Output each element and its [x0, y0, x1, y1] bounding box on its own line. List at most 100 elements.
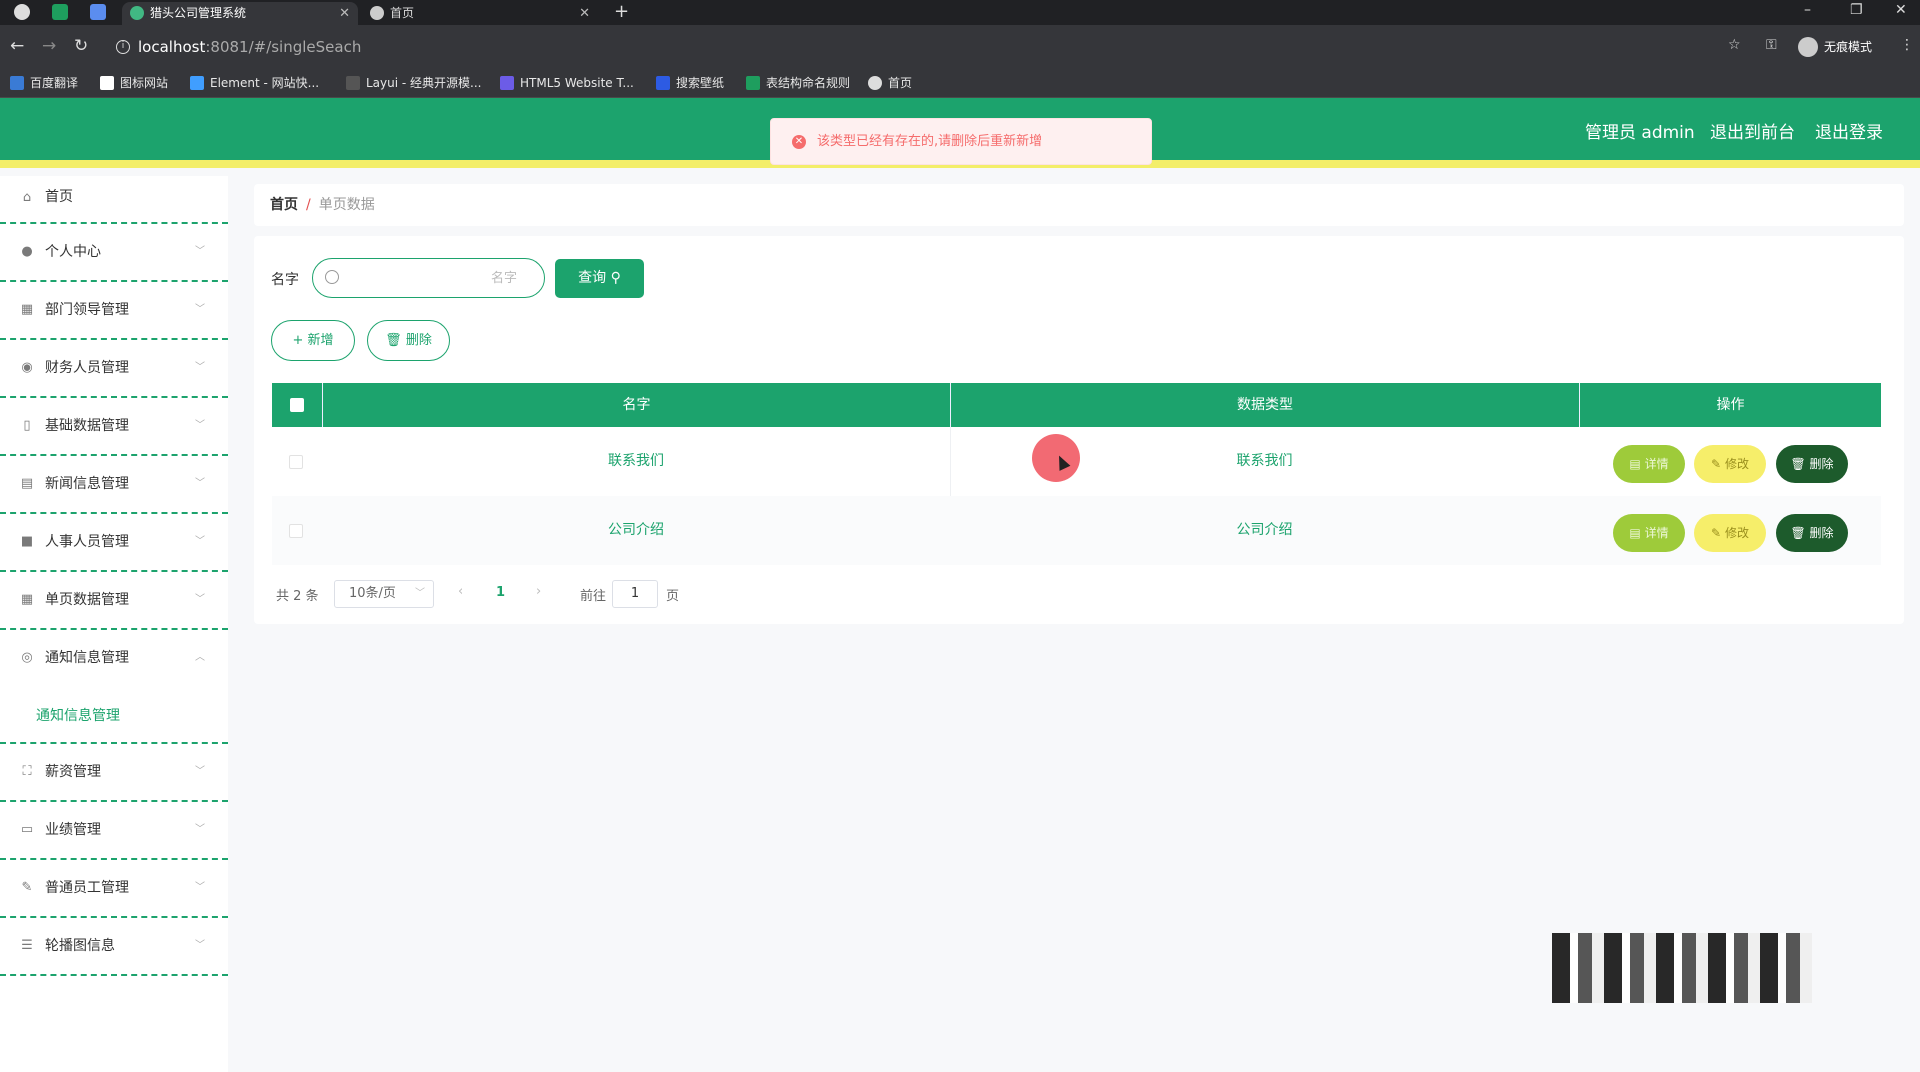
logout-link[interactable]: 退出登录 — [1815, 122, 1883, 144]
back-icon[interactable]: ← — [10, 35, 24, 57]
sidebar-item-performance[interactable]: ▭ 业绩管理 ﹀ — [0, 802, 228, 860]
pinned-tab-icon[interactable] — [52, 4, 68, 20]
new-tab-icon[interactable]: + — [614, 0, 629, 24]
sidebar-item-label: 个人中心 — [45, 244, 101, 260]
cell-type: 公司介绍 — [1236, 522, 1293, 538]
detail-label: 详情 — [1644, 457, 1669, 471]
sidebar-item-label: 基础数据管理 — [45, 418, 129, 434]
next-page-icon[interactable]: › — [536, 584, 541, 599]
tab-active-label: 猎头公司管理系统 — [150, 6, 247, 20]
minimize-icon[interactable]: – — [1804, 0, 1811, 20]
row-checkbox[interactable] — [289, 455, 303, 469]
restore-icon[interactable]: ❐ — [1850, 0, 1863, 20]
star-icon[interactable]: ☆ — [1728, 37, 1741, 53]
query-button[interactable]: 查询 ⚲ — [555, 259, 644, 298]
chevron-down-icon: ﹀ — [415, 588, 425, 599]
chevron-up-icon: ︿ — [195, 652, 205, 663]
submenu-item-notice[interactable]: 通知信息管理 — [0, 686, 228, 744]
reload-icon[interactable]: ↻ — [74, 35, 88, 57]
url-field[interactable]: i localhost:8081/#/singleSeach — [110, 32, 1750, 62]
detail-icon: ▤ — [1629, 457, 1641, 471]
sidebar-item-carousel[interactable]: ☰ 轮播图信息 ﹀ — [0, 918, 228, 976]
bookmark-item[interactable]: 图标网站 — [100, 75, 168, 91]
batch-delete-label: 删除 — [405, 332, 432, 348]
table-row: 公司介绍 公司介绍 ▤ 详情 ✎ 修改 🗑 删除 — [272, 496, 1881, 565]
cell-name: 联系我们 — [608, 453, 664, 469]
browser-tab-bar: 猎头公司管理系统 ✕ 首页 ✕ + – ❐ ✕ — [0, 0, 1920, 25]
sheet-icon — [746, 76, 760, 90]
incognito-icon — [1798, 37, 1818, 57]
sidebar-item-dept-leader[interactable]: ▦ 部门领导管理 ﹀ — [0, 282, 228, 340]
query-button-label: 查询 — [578, 270, 607, 286]
delete-button[interactable]: 🗑 删除 — [1776, 445, 1848, 483]
sidebar-item-label: 轮播图信息 — [45, 938, 115, 954]
bookmark-item[interactable]: HTML5 Website T... — [500, 75, 634, 91]
select-all-checkbox[interactable] — [290, 398, 304, 412]
url-path: :8081/#/singleSeach — [205, 38, 362, 56]
sidebar-item-salary[interactable]: ⛶ 薪资管理 ﹀ — [0, 744, 228, 802]
key-icon[interactable]: ⚿ — [1766, 37, 1777, 53]
window-close-icon[interactable]: ✕ — [1895, 0, 1907, 20]
sidebar-item-label: 首页 — [45, 189, 73, 205]
sidebar-item-label: 业绩管理 — [45, 822, 101, 838]
delete-label: 删除 — [1809, 457, 1834, 471]
incognito-profile[interactable]: 无痕模式 — [1798, 35, 1872, 59]
globe-icon — [868, 76, 882, 90]
bookmark-item[interactable]: Element - 网站快... — [190, 75, 319, 91]
edit-button[interactable]: ✎ 修改 — [1694, 445, 1766, 483]
breadcrumb-separator: / — [306, 197, 311, 213]
prev-page-icon[interactable]: ‹ — [458, 584, 463, 599]
bookmark-item[interactable]: 百度翻译 — [10, 75, 78, 91]
page-number[interactable]: 1 — [496, 585, 505, 600]
edit-icon: ✎ — [1711, 457, 1722, 471]
address-bar: ← → ↻ i localhost:8081/#/singleSeach ☆ ⚿… — [0, 25, 1920, 69]
sidebar-item-home[interactable]: ⌂ 首页 — [0, 176, 228, 224]
detail-button[interactable]: ▤ 详情 — [1613, 514, 1685, 552]
sidebar-item-news[interactable]: ▤ 新闻信息管理 ﹀ — [0, 456, 228, 514]
tab-home[interactable]: 首页 ✕ — [362, 2, 598, 25]
sidebar-item-label: 单页数据管理 — [45, 592, 129, 608]
monitor-icon: ■ — [20, 534, 34, 549]
search-icon — [325, 270, 339, 284]
breadcrumb-current: 单页数据 — [318, 197, 375, 213]
more-icon[interactable]: ⋮ — [1900, 37, 1914, 53]
profile-label: 无痕模式 — [1824, 40, 1873, 54]
delete-button[interactable]: 🗑 删除 — [1776, 514, 1848, 552]
site-info-icon[interactable]: i — [116, 40, 130, 54]
back-to-front-link[interactable]: 退出到前台 — [1710, 122, 1795, 144]
column-header-type: 数据类型 — [950, 383, 1579, 427]
detail-button[interactable]: ▤ 详情 — [1613, 445, 1685, 483]
goto-input[interactable]: 1 — [612, 580, 658, 608]
sidebar-item-notice[interactable]: ◎ 通知信息管理 ︿ — [0, 630, 228, 688]
batch-delete-button[interactable]: 🗑 删除 — [367, 320, 450, 361]
detail-label: 详情 — [1644, 526, 1669, 540]
add-button[interactable]: + 新增 — [271, 320, 355, 361]
sidebar-item-employee[interactable]: ✎ 普通员工管理 ﹀ — [0, 860, 228, 918]
sidebar-item-basic-data[interactable]: ▯ 基础数据管理 ﹀ — [0, 398, 228, 456]
row-checkbox[interactable] — [289, 524, 303, 538]
sidebar-item-profile[interactable]: ● 个人中心 ﹀ — [0, 224, 228, 282]
breadcrumb-home[interactable]: 首页 — [270, 197, 298, 213]
page-size-select[interactable]: 10条/页 ﹀ — [334, 580, 434, 608]
search-input[interactable] — [347, 265, 537, 291]
bookmark-item[interactable]: 表结构命名规则 — [746, 75, 850, 91]
close-icon[interactable]: ✕ — [579, 2, 590, 25]
sidebar-item-label: 部门领导管理 — [45, 302, 129, 318]
bookmark-item[interactable]: Layui - 经典开源模... — [346, 75, 481, 91]
search-field[interactable] — [312, 258, 545, 298]
chrome-menu-icon[interactable] — [14, 4, 30, 20]
pinned-tab-icon-2[interactable] — [90, 4, 106, 20]
close-icon[interactable]: ✕ — [339, 2, 350, 25]
trash-icon: 🗑 — [1790, 526, 1806, 540]
sidebar-item-label: 薪资管理 — [45, 764, 101, 780]
app-header: ✕ 该类型已经有存在的,请删除后重新新增 管理员 admin 退出到前台 退出登… — [0, 98, 1920, 168]
expand-icon: ⛶ — [22, 764, 32, 779]
forward-icon[interactable]: → — [42, 35, 56, 57]
bookmark-item[interactable]: 首页 — [868, 75, 912, 91]
sidebar-item-single-page[interactable]: ▦ 单页数据管理 ﹀ — [0, 572, 228, 630]
edit-button[interactable]: ✎ 修改 — [1694, 514, 1766, 552]
bookmark-item[interactable]: 搜索壁纸 — [656, 75, 724, 91]
sidebar-item-finance[interactable]: ◉ 财务人员管理 ﹀ — [0, 340, 228, 398]
tab-active[interactable]: 猎头公司管理系统 ✕ — [122, 2, 358, 25]
sidebar-item-hr[interactable]: ■ 人事人员管理 ﹀ — [0, 514, 228, 572]
